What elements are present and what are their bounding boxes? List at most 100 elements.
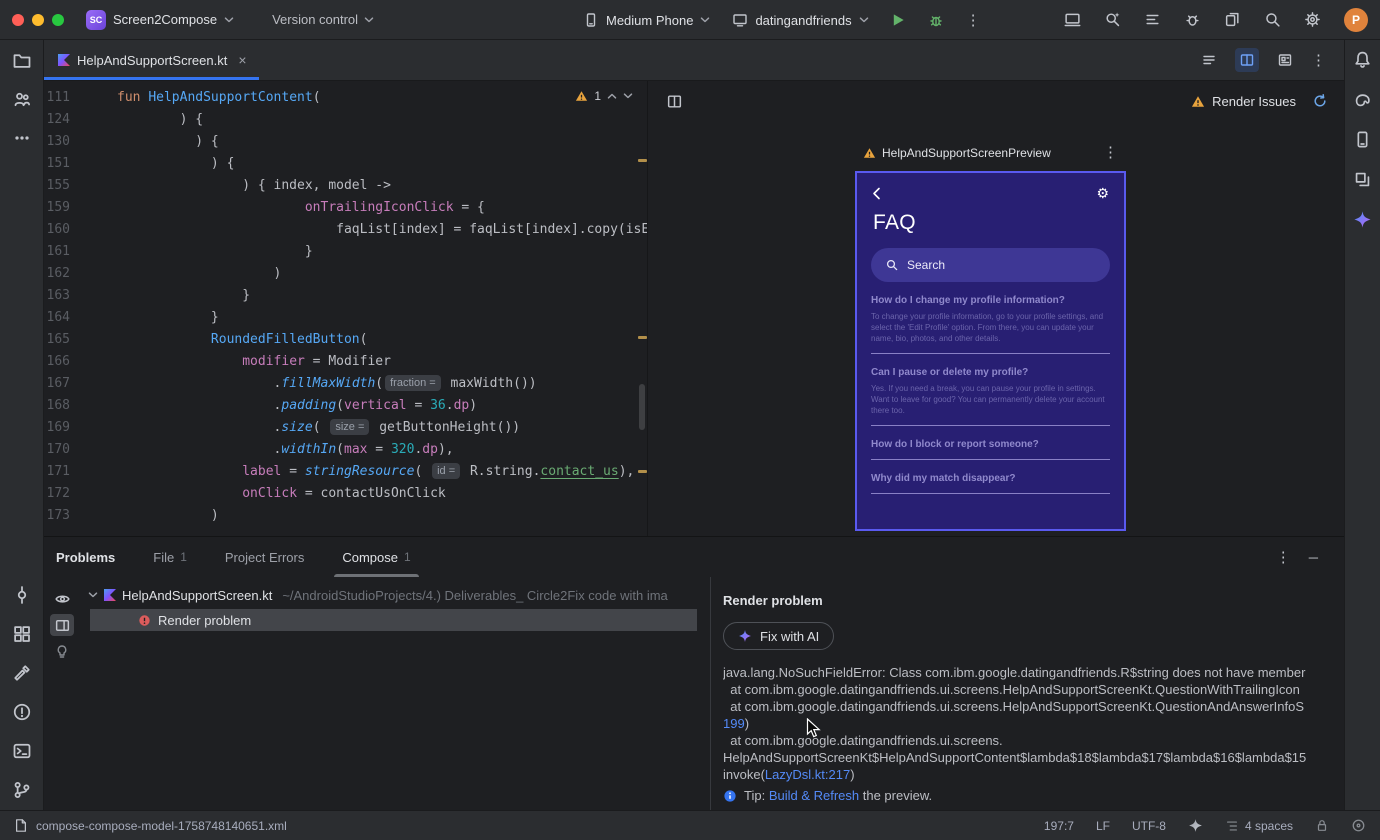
inspections-status-icon[interactable]: [1351, 818, 1366, 833]
line-number[interactable]: 169: [44, 417, 70, 439]
services-icon[interactable]: [12, 624, 32, 644]
editor-tab[interactable]: HelpAndSupportScreen.kt ×: [44, 40, 259, 80]
editor-code[interactable]: fun HelpAndSupportContent( ) { ) { ) { )…: [117, 87, 647, 527]
code-line[interactable]: }: [117, 285, 647, 307]
line-number[interactable]: 130: [44, 131, 70, 153]
commit-icon[interactable]: [12, 585, 32, 605]
debug-button[interactable]: [928, 12, 944, 28]
device-selector[interactable]: Medium Phone: [583, 12, 710, 28]
line-number[interactable]: 151: [44, 153, 70, 175]
code-line[interactable]: RoundedFilledButton(: [117, 329, 647, 351]
minimize-window-button[interactable]: [32, 13, 44, 26]
code-line[interactable]: .size( size = getButtonHeight()): [117, 417, 647, 439]
editor-gutter[interactable]: 111 124 130 151 155 159 160 161 162 163 164 165 166 1…: [44, 87, 70, 527]
code-line[interactable]: .padding(vertical = 36.dp): [117, 395, 647, 417]
line-number[interactable]: 173: [44, 505, 70, 527]
gemini-icon[interactable]: [1353, 210, 1372, 229]
line-number[interactable]: 165: [44, 329, 70, 351]
project-folder-icon[interactable]: [12, 50, 32, 70]
code-line[interactable]: ) {: [117, 109, 647, 131]
split-view-toggle[interactable]: [1235, 48, 1259, 72]
close-window-button[interactable]: [12, 13, 24, 26]
line-number[interactable]: 162: [44, 263, 70, 285]
code-line[interactable]: ) {: [117, 131, 647, 153]
device-mirroring-icon[interactable]: [1224, 11, 1241, 28]
design-view-toggle[interactable]: [1273, 48, 1297, 72]
code-line[interactable]: modifier = Modifier: [117, 351, 647, 373]
code-line[interactable]: }: [117, 307, 647, 329]
line-number[interactable]: 159: [44, 197, 70, 219]
line-number[interactable]: 163: [44, 285, 70, 307]
fix-with-ai-button[interactable]: Fix with AI: [723, 622, 835, 650]
warning-stripe-mark[interactable]: [638, 336, 647, 339]
ai-search-icon[interactable]: [1104, 11, 1121, 28]
next-warning-icon[interactable]: [623, 93, 633, 99]
structure-icon[interactable]: [1144, 11, 1161, 28]
code-line[interactable]: faqList[index] = faqList[index].copy(isE: [117, 219, 647, 241]
device-manager-icon[interactable]: [1353, 130, 1372, 149]
warning-stripe-mark[interactable]: [638, 159, 647, 162]
problems-file-row[interactable]: HelpAndSupportScreen.kt ~/AndroidStudioP…: [80, 583, 710, 607]
code-editor[interactable]: 111 124 130 151 155 159 160 161 162 163 164 165 166 1…: [44, 81, 648, 536]
version-control-menu[interactable]: Version control: [272, 12, 374, 27]
line-number[interactable]: 160: [44, 219, 70, 241]
quick-fix-icon[interactable]: [50, 641, 74, 663]
preview-layout-icon[interactable]: [666, 93, 683, 110]
file-encoding[interactable]: UTF-8: [1132, 819, 1166, 833]
code-line[interactable]: fun HelpAndSupportContent(: [117, 87, 647, 109]
line-number[interactable]: 170: [44, 439, 70, 461]
indent-widget[interactable]: 4 spaces: [1225, 819, 1293, 833]
hide-panel-icon[interactable]: ─: [1309, 550, 1318, 565]
more-run-options-icon[interactable]: ⋮: [966, 13, 981, 28]
code-line[interactable]: ): [117, 263, 647, 285]
show-details-toggle[interactable]: [50, 614, 74, 636]
stack-trace-link[interactable]: 199: [723, 716, 745, 731]
code-line[interactable]: label = stringResource( id = R.string.co…: [117, 461, 647, 483]
run-configuration-selector[interactable]: datingandfriends: [732, 12, 868, 28]
code-view-toggle[interactable]: [1197, 48, 1221, 72]
search-icon[interactable]: [1264, 11, 1281, 28]
line-number[interactable]: 167: [44, 373, 70, 395]
ai-status-icon[interactable]: [1188, 818, 1203, 833]
zoom-window-button[interactable]: [52, 13, 64, 26]
caret-position[interactable]: 197:7: [1044, 819, 1074, 833]
inspections-widget[interactable]: 1: [575, 89, 633, 103]
prev-warning-icon[interactable]: [607, 93, 617, 99]
code-line[interactable]: .widthIn(max = 320.dp),: [117, 439, 647, 461]
editor-scrollbar[interactable]: [639, 384, 645, 430]
line-number[interactable]: 171: [44, 461, 70, 483]
editor-options-icon[interactable]: ⋮: [1311, 53, 1326, 68]
line-number[interactable]: 111: [44, 87, 70, 109]
more-tool-windows-icon[interactable]: [12, 128, 32, 148]
problems-tab-file[interactable]: File 1: [149, 537, 191, 577]
git-branch-icon[interactable]: [12, 780, 32, 800]
code-line[interactable]: ): [117, 505, 647, 527]
profiler-bug-icon[interactable]: [1184, 11, 1201, 28]
layout-inspector-icon[interactable]: [1353, 170, 1372, 189]
running-devices-icon[interactable]: [1064, 11, 1081, 28]
code-line[interactable]: .fillMaxWidth(fraction = maxWidth()): [117, 373, 647, 395]
line-number[interactable]: 166: [44, 351, 70, 373]
problems-tool-icon[interactable]: [12, 702, 32, 722]
statusbar-file-name[interactable]: compose-compose-model-1758748140651.xml: [36, 819, 287, 833]
line-number[interactable]: 172: [44, 483, 70, 505]
close-tab-icon[interactable]: ×: [238, 52, 246, 68]
build-refresh-button[interactable]: [1312, 93, 1328, 109]
line-number[interactable]: 155: [44, 175, 70, 197]
code-line[interactable]: onClick = contactUsOnClick: [117, 483, 647, 505]
notifications-bell-icon[interactable]: [1353, 50, 1372, 69]
code-line[interactable]: onTrailingIconClick = {: [117, 197, 647, 219]
warning-stripe-mark[interactable]: [638, 470, 647, 473]
project-selector[interactable]: SC Screen2Compose: [86, 9, 234, 30]
gradle-icon[interactable]: [1353, 90, 1372, 109]
run-button[interactable]: [891, 12, 906, 28]
line-separator[interactable]: LF: [1096, 819, 1110, 833]
build-refresh-link[interactable]: Build & Refresh: [769, 788, 859, 803]
line-number[interactable]: 124: [44, 109, 70, 131]
line-number[interactable]: 164: [44, 307, 70, 329]
render-issues-button[interactable]: Render Issues: [1191, 94, 1296, 109]
build-icon[interactable]: [12, 663, 32, 683]
settings-gear-icon[interactable]: [1304, 11, 1321, 28]
user-avatar[interactable]: P: [1344, 7, 1368, 32]
code-line[interactable]: ) { index, model ->: [117, 175, 647, 197]
